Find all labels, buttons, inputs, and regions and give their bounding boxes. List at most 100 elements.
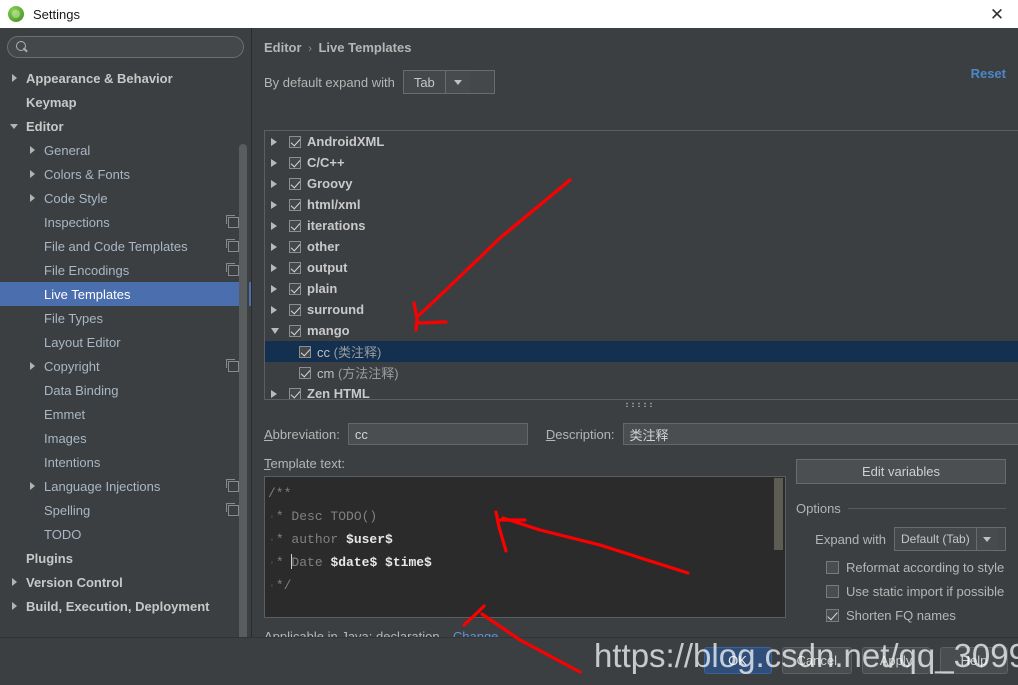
template-row[interactable]: cm (方法注释) [265,362,1018,383]
template-text-editor[interactable]: /** ·* Desc TODO() ·* author $user$ ·* Date… [264,476,786,618]
chevron-right-icon[interactable] [24,146,40,154]
chevron-down-icon[interactable] [444,71,470,93]
template-row[interactable]: iterations [265,215,1018,236]
editor-scrollbar-track[interactable] [772,477,785,617]
apply-button[interactable]: Apply [862,647,930,674]
sidebar-item-copyright[interactable]: Copyright [0,354,251,378]
template-checkbox[interactable] [289,198,301,211]
chevron-right-icon[interactable] [271,264,289,272]
editor-scrollbar-thumb[interactable] [774,478,783,550]
chevron-right-icon[interactable] [24,362,40,370]
checkbox[interactable] [826,609,839,622]
search-box[interactable] [7,36,244,58]
template-checkbox[interactable] [289,219,301,232]
template-checkbox[interactable] [289,387,301,399]
template-row[interactable]: mango [265,320,1018,341]
sidebar-item-intentions[interactable]: Intentions [0,450,251,474]
chevron-right-icon[interactable] [271,159,289,167]
sidebar-item-layout-editor[interactable]: Layout Editor [0,330,251,354]
template-row[interactable]: plain [265,278,1018,299]
checkbox[interactable] [826,561,839,574]
template-checkbox[interactable] [289,261,301,274]
chevron-right-icon[interactable] [24,482,40,490]
edit-variables-button[interactable]: Edit variables [796,459,1006,484]
sidebar-item-build-execution-deployment[interactable]: Build, Execution, Deployment [0,594,251,618]
template-row[interactable]: output [265,257,1018,278]
chevron-down-icon[interactable] [271,328,289,334]
template-name: output [307,260,348,275]
sidebar-item-spelling[interactable]: Spelling [0,498,251,522]
option-use-static-import-if-possible[interactable]: Use static import if possible [796,584,1006,599]
reset-link[interactable]: Reset [971,66,1006,81]
sidebar-item-colors-fonts[interactable]: Colors & Fonts [0,162,251,186]
sidebar-item-inspections[interactable]: Inspections [0,210,251,234]
help-button[interactable]: Help [940,647,1008,674]
abbreviation-field[interactable]: cc [347,423,528,445]
sidebar-item-version-control[interactable]: Version Control [0,570,251,594]
template-row[interactable]: C/C++ [265,152,1018,173]
sidebar-item-keymap[interactable]: Keymap [0,90,251,114]
sidebar-item-code-style[interactable]: Code Style [0,186,251,210]
sidebar-scrollbar-track[interactable] [239,86,249,649]
sidebar-item-live-templates[interactable]: Live Templates [0,282,251,306]
sidebar-item-todo[interactable]: TODO [0,522,251,546]
template-checkbox[interactable] [289,135,301,148]
template-checkbox[interactable] [289,177,301,190]
sidebar-item-general[interactable]: General [0,138,251,162]
sidebar-item-file-types[interactable]: File Types [0,306,251,330]
chevron-down-icon[interactable] [975,528,998,550]
template-checkbox[interactable] [289,282,301,295]
template-checkbox[interactable] [289,303,301,316]
chevron-right-icon[interactable] [271,222,289,230]
chevron-right-icon[interactable] [271,243,289,251]
chevron-right-icon[interactable] [6,578,22,586]
template-checkbox[interactable] [289,324,301,337]
checkbox[interactable] [826,585,839,598]
option-shorten-fq-names[interactable]: Shorten FQ names [796,608,1006,623]
chevron-right-icon[interactable] [271,285,289,293]
templates-list[interactable]: AndroidXML C/C++ Groovy html/xml iterations o… [264,130,1018,400]
chevron-down-icon[interactable] [6,124,22,129]
sidebar-item-language-injections[interactable]: Language Injections [0,474,251,498]
sidebar-item-appearance-behavior[interactable]: Appearance & Behavior [0,66,251,90]
template-checkbox[interactable] [289,240,301,253]
template-row[interactable]: AndroidXML [265,131,1018,152]
sidebar-item-file-encodings[interactable]: File Encodings [0,258,251,282]
chevron-right-icon[interactable] [271,138,289,146]
expand-with-combo[interactable]: Default (Tab) [894,527,1006,551]
description-field[interactable]: 类注释 [622,423,1018,445]
chevron-right-icon[interactable] [24,194,40,202]
sidebar-item-images[interactable]: Images [0,426,251,450]
template-checkbox[interactable] [299,345,311,358]
close-icon[interactable]: ✕ [986,3,1008,25]
sidebar-scrollbar-thumb[interactable] [239,144,247,649]
template-row[interactable]: Groovy [265,173,1018,194]
ok-button[interactable]: OK [703,647,772,674]
breadcrumb: Editor › Live Templates [264,28,1006,55]
search-input[interactable] [34,40,235,54]
template-row[interactable]: cc (类注释) [265,341,1018,362]
cancel-button[interactable]: Cancel [781,647,852,674]
template-row[interactable]: surround [265,299,1018,320]
template-checkbox[interactable] [299,366,311,379]
chevron-right-icon[interactable] [271,201,289,209]
template-checkbox[interactable] [289,156,301,169]
chevron-right-icon[interactable] [6,74,22,82]
sidebar-item-emmet[interactable]: Emmet [0,402,251,426]
chevron-right-icon[interactable] [24,170,40,178]
chevron-right-icon[interactable] [271,180,289,188]
chevron-right-icon[interactable] [271,390,289,398]
sidebar-item-plugins[interactable]: Plugins [0,546,251,570]
breadcrumb-parent[interactable]: Editor [264,40,302,55]
sidebar-item-data-binding[interactable]: Data Binding [0,378,251,402]
chevron-right-icon[interactable] [271,306,289,314]
option-reformat-according-to-style[interactable]: Reformat according to style [796,560,1006,575]
panel-splitter[interactable] [264,400,1018,408]
default-expand-combo[interactable]: Tab [402,70,495,94]
sidebar-item-editor[interactable]: Editor [0,114,251,138]
template-row[interactable]: html/xml [265,194,1018,215]
chevron-right-icon[interactable] [6,602,22,610]
template-row[interactable]: other [265,236,1018,257]
sidebar-item-file-and-code-templates[interactable]: File and Code Templates [0,234,251,258]
template-row[interactable]: Zen HTML [265,383,1018,399]
